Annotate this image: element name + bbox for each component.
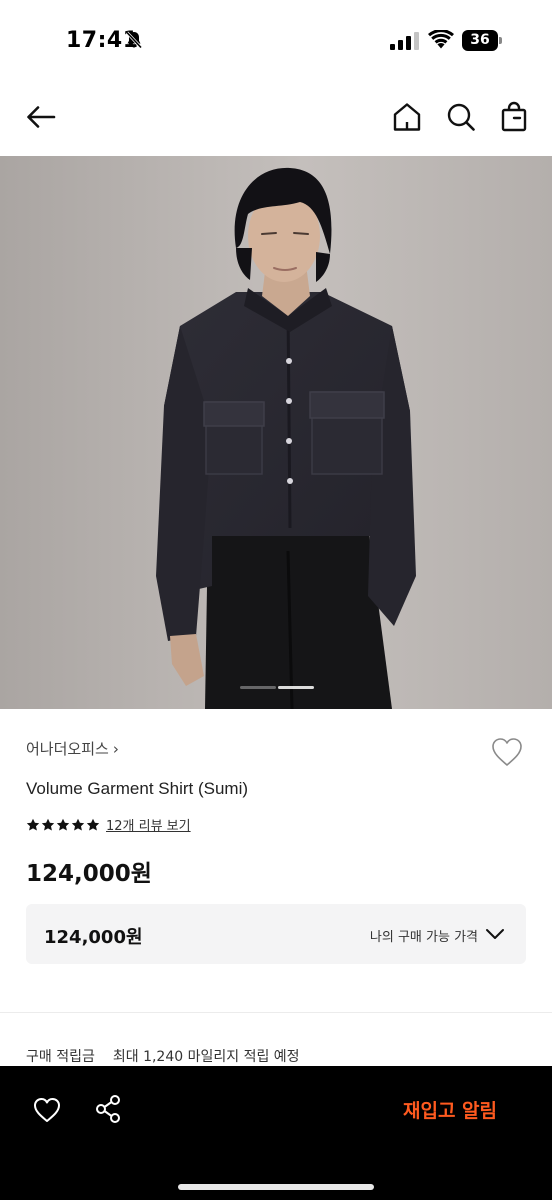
brand-name: 어나더오피스 <box>26 740 109 758</box>
review-link[interactable]: 12개 리뷰 보기 <box>106 815 191 834</box>
star-icon <box>86 818 100 830</box>
mileage-value: 최대 1,240 마일리지 적립 예정 <box>112 1049 300 1065</box>
mileage-row: 구매 적립금 최대 1,240 마일리지 적립 예정 <box>26 1046 300 1066</box>
heart-icon[interactable] <box>32 1096 62 1124</box>
battery-icon: 36 <box>462 30 502 51</box>
home-icon[interactable] <box>390 100 424 134</box>
gallery-indicator-2-active <box>278 686 314 689</box>
chevron-right-icon: › <box>112 739 119 758</box>
bell-off-icon <box>125 31 143 49</box>
mileage-label: 구매 적립금 <box>26 1049 95 1065</box>
my-price-value: 124,000원 <box>44 927 143 948</box>
search-icon[interactable] <box>444 100 478 134</box>
star-icon <box>56 818 70 830</box>
product-photo <box>0 156 552 709</box>
section-divider <box>0 1012 552 1013</box>
back-arrow-icon[interactable] <box>24 100 58 134</box>
my-price-label: 나의 구매 가능 가격 <box>369 930 478 945</box>
status-bar: 17:41 36 <box>0 0 552 80</box>
product-price: 124,000원 <box>26 861 152 887</box>
home-indicator <box>178 1184 374 1190</box>
star-icon <box>41 818 55 830</box>
heart-outline-icon[interactable] <box>490 736 524 768</box>
rating-row: 12개 리뷰 보기 <box>26 815 191 834</box>
shopping-bag-icon[interactable] <box>498 100 532 134</box>
product-image-gallery[interactable] <box>0 156 552 709</box>
star-icon <box>26 818 40 830</box>
product-name: Volume Garment Shirt (Sumi) <box>26 779 249 798</box>
top-nav-bar <box>0 88 552 148</box>
bottom-action-bar: 재입고 알림 <box>0 1066 552 1200</box>
star-icon <box>71 818 85 830</box>
restock-alert-button[interactable]: 재입고 알림 <box>380 1094 520 1128</box>
my-price-dropdown[interactable]: 124,000원 나의 구매 가능 가격 <box>26 904 526 964</box>
share-icon[interactable] <box>94 1094 122 1124</box>
brand-link[interactable]: 어나더오피스 › <box>26 738 119 759</box>
rating-stars <box>26 818 100 832</box>
chevron-down-icon <box>486 929 504 939</box>
battery-level: 36 <box>470 32 490 48</box>
wifi-icon <box>428 30 454 49</box>
gallery-indicator-1 <box>240 686 276 689</box>
signal-icon <box>390 32 419 50</box>
